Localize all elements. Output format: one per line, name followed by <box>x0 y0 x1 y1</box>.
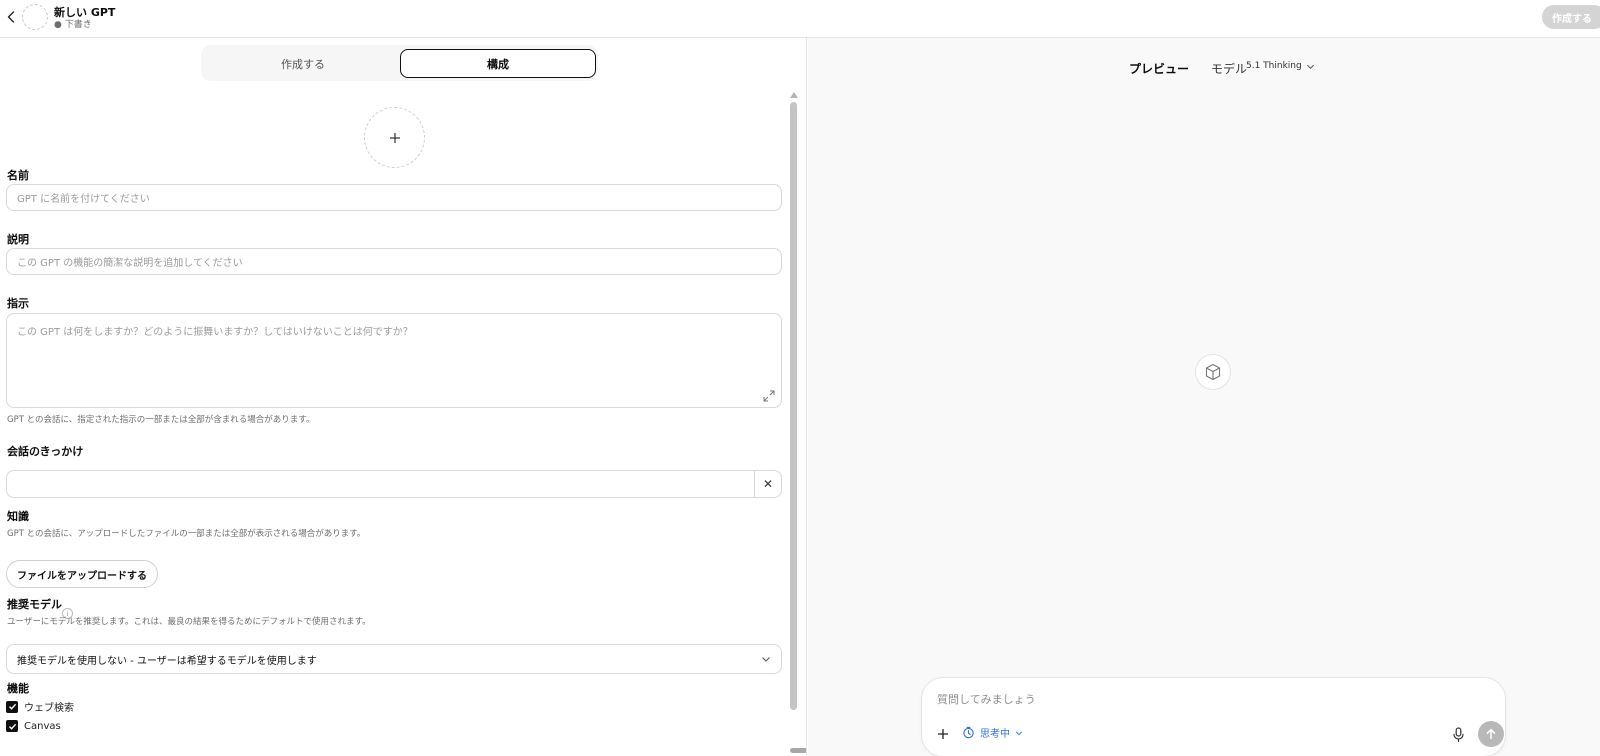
model-label: モデル <box>1211 62 1248 76</box>
recommended-model-value: 推奨モデルを使用しない - ユーザーは希望するモデルを使用します <box>17 655 317 667</box>
tab-create[interactable]: 作成する <box>205 49 401 78</box>
chevron-down-icon <box>1015 730 1023 735</box>
upload-files-button[interactable]: ファイルをアップロードする <box>6 560 158 588</box>
model-value: 5.1 Thinking <box>1246 61 1302 71</box>
chevron-down-icon <box>1306 64 1314 69</box>
attach-plus-icon[interactable] <box>933 724 953 744</box>
web-search-label: ウェブ検索 <box>24 703 74 714</box>
draft-status: ● 下書き <box>54 20 92 30</box>
thinking-mode-selector[interactable]: 思考中 <box>962 725 1023 740</box>
model-selector[interactable]: 5.1 Thinking <box>1246 61 1315 71</box>
scroll-up-arrow-icon[interactable] <box>790 92 798 98</box>
message-composer: 質問してみましょう 思考中 <box>921 677 1506 756</box>
instructions-label: 指示 <box>7 297 29 310</box>
top-bar: 新しい GPT ● 下書き 作成する <box>0 0 1600 38</box>
clear-starter-button[interactable]: ✕ <box>754 471 781 497</box>
mode-tabs: 作成する 構成 <box>201 45 598 81</box>
conversation-starter-input[interactable]: ✕ <box>6 470 782 498</box>
scroll-thumb[interactable] <box>790 102 797 710</box>
name-label: 名前 <box>7 169 29 182</box>
canvas-checkbox[interactable] <box>6 720 18 732</box>
gpt-avatar-placeholder <box>22 4 48 30</box>
recommended-model-label: 推奨モデル <box>7 598 62 611</box>
description-label: 説明 <box>7 233 29 246</box>
checkmark-icon <box>8 723 16 730</box>
microphone-icon[interactable] <box>1450 725 1466 743</box>
name-input[interactable]: GPT に名前を付けてください <box>6 184 782 211</box>
instructions-hint: GPT との会話に、指定された指示の一部または全部が含まれる場合があります。 <box>7 415 315 425</box>
description-input[interactable]: この GPT の機能の簡潔な説明を追加してください <box>6 248 782 275</box>
preview-title: プレビュー <box>1129 62 1190 76</box>
web-search-checkbox[interactable] <box>6 700 18 713</box>
back-arrow-icon[interactable] <box>4 8 18 26</box>
panel-resize-handle[interactable] <box>790 748 806 753</box>
chevron-down-icon <box>762 657 770 662</box>
tab-configure[interactable]: 構成 <box>400 49 596 78</box>
checkmark-icon <box>8 703 16 710</box>
arrow-up-icon <box>1486 728 1496 740</box>
capability-canvas: Canvas <box>6 720 61 732</box>
knowledge-label: 知識 <box>7 510 29 523</box>
preview-panel: プレビュー モデル 5.1 Thinking 質問してみましょう 思考中 <box>808 38 1600 756</box>
scrollbar[interactable] <box>790 92 798 710</box>
knowledge-hint: GPT との会話に、アップロードしたファイルの一部または全部が表示される場合があ… <box>7 529 366 539</box>
instructions-placeholder: この GPT は何をしますか？どのように振舞いますか？してはいけないことは何です… <box>17 327 413 338</box>
gpt-cube-icon <box>1195 354 1231 390</box>
recommended-model-select[interactable]: 推奨モデルを使用しない - ユーザーは希望するモデルを使用します <box>6 644 782 674</box>
capability-web-search: ウェブ検索 <box>6 699 74 714</box>
canvas-label: Canvas <box>24 720 61 732</box>
create-gpt-button[interactable]: 作成する <box>1542 5 1600 29</box>
send-button[interactable] <box>1478 721 1504 747</box>
instructions-textarea[interactable]: この GPT は何をしますか？どのように振舞いますか？してはいけないことは何です… <box>6 313 782 408</box>
plus-icon <box>389 132 400 143</box>
editor-panel: 作成する 構成 名前 GPT に名前を付けてください 説明 この GPT の機能… <box>0 38 807 756</box>
timer-icon <box>963 726 974 739</box>
expand-icon[interactable] <box>763 390 775 402</box>
add-image-button[interactable] <box>364 107 425 168</box>
thinking-label: 思考中 <box>980 729 1010 740</box>
recommended-model-hint: ユーザーにモデルを推奨します。これは、最良の結果を得るためにデフォルトで使用され… <box>7 617 371 627</box>
capabilities-label: 機能 <box>7 682 29 695</box>
conversation-starters-label: 会話のきっかけ <box>7 445 84 458</box>
message-input[interactable]: 質問してみましょう <box>937 691 1036 707</box>
